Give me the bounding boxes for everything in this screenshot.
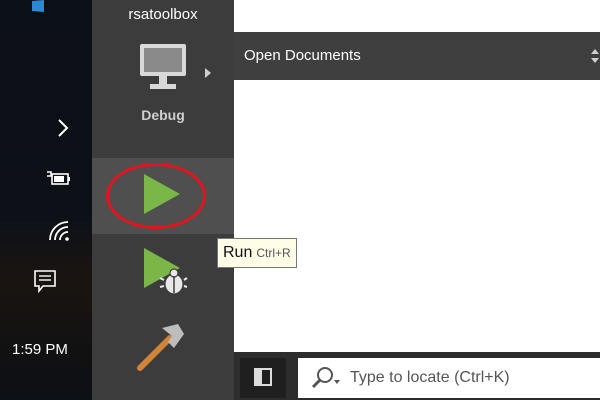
toggle-sidebar-button[interactable] — [240, 358, 286, 398]
project-name: rsatoolbox — [128, 6, 198, 23]
wifi-icon[interactable] — [48, 220, 70, 246]
highlight-circle — [106, 163, 206, 229]
sidebar-toggle-icon — [254, 368, 272, 386]
search-icon[interactable] — [310, 366, 342, 390]
tooltip-text: Run — [223, 244, 253, 261]
chevron-right-icon[interactable] — [56, 118, 70, 141]
run-tooltip: Run Ctrl+R — [217, 238, 297, 268]
taskbar-clock[interactable]: 1:59 PM — [12, 341, 68, 358]
windows-taskbar: 1:59 PM — [0, 0, 92, 400]
windows-logo-icon[interactable] — [28, 0, 64, 12]
run-button[interactable] — [92, 158, 234, 234]
open-documents-title: Open Documents — [244, 47, 361, 64]
hammer-icon[interactable] — [134, 320, 188, 374]
notification-icon[interactable] — [32, 268, 58, 298]
status-bar — [234, 352, 600, 400]
tooltip-shortcut: Ctrl+R — [256, 246, 291, 260]
monitor-icon[interactable] — [138, 42, 188, 94]
locator[interactable] — [298, 358, 600, 398]
debug-run-icon[interactable] — [142, 246, 188, 296]
open-documents-header: Open Documents — [234, 32, 600, 80]
sort-arrows-icon[interactable] — [590, 46, 600, 66]
locate-input[interactable] — [350, 365, 590, 391]
open-documents-pane: Open Documents — [234, 0, 600, 352]
battery-plug-icon[interactable] — [46, 170, 72, 192]
build-configuration-label[interactable]: Debug — [92, 107, 234, 123]
kit-expand-arrow-icon[interactable] — [205, 68, 211, 78]
kit-selector-sidebar: rsatoolbox Debug — [92, 0, 234, 400]
editor-area-top — [234, 0, 600, 32]
